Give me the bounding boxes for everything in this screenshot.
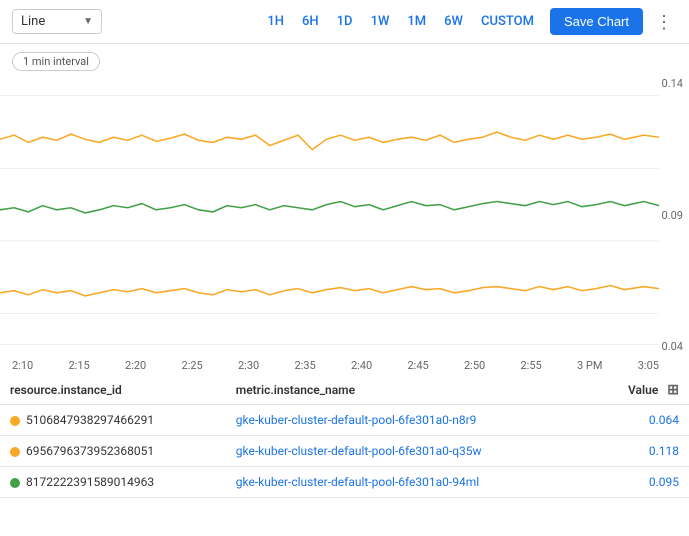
chart-area: 1 min interval 0.14 0.09 0.04 (0, 44, 689, 376)
series-dot (10, 416, 20, 426)
y-axis-label: 0.14 (662, 77, 683, 90)
y-axis-label: 0.04 (662, 340, 683, 353)
value-cell: 0.095 (591, 467, 689, 498)
toolbar: Line ▼ 1H 6H 1D 1W 1M 6W CUSTOM Save Chart ⋮ (0, 0, 689, 44)
table-row: 8172222391589014963 gke-kuber-cluster-def… (0, 467, 689, 498)
time-option-6h[interactable]: 6H (302, 14, 319, 29)
instance-id-value: 510684793829746629​1 (26, 413, 154, 427)
instance-id-cell: 8172222391589014963 (0, 467, 226, 498)
time-option-1d[interactable]: 1D (337, 14, 353, 29)
x-axis-label: 2:15 (69, 359, 90, 372)
col-header-metric-name: metric.instance_name (226, 376, 592, 405)
table-header-row: resource.instance_id metric.instance_nam… (0, 376, 689, 405)
series-dot (10, 478, 20, 488)
col-header-value: Value ⊞ (591, 376, 689, 405)
more-options-button[interactable]: ⋮ (651, 11, 677, 33)
metric-name-cell[interactable]: gke-kuber-cluster-default-pool-6fe301a0-… (226, 436, 592, 467)
chevron-down-icon: ▼ (83, 16, 93, 27)
data-table: resource.instance_id metric.instance_nam… (0, 376, 689, 498)
time-option-custom[interactable]: CUSTOM (481, 14, 534, 29)
chart-container: 0.14 0.09 0.04 (0, 75, 689, 355)
x-axis-label: 2:20 (125, 359, 146, 372)
table-row: 6956796373952368051 gke-kuber-cluster-def… (0, 436, 689, 467)
y-axis: 0.14 0.09 0.04 (662, 75, 683, 355)
save-chart-button[interactable]: Save Chart (550, 8, 643, 35)
time-option-1h[interactable]: 1H (267, 14, 284, 29)
x-axis-label: 2:45 (408, 359, 429, 372)
value-cell: 0.064 (591, 405, 689, 436)
interval-badge: 1 min interval (12, 52, 100, 71)
time-option-6w[interactable]: 6W (444, 14, 463, 29)
metric-name-cell[interactable]: gke-kuber-cluster-default-pool-6fe301a0-… (226, 467, 592, 498)
instance-id-value: 6956796373952368051 (26, 444, 154, 458)
x-axis-label: 2:25 (182, 359, 203, 372)
instance-id-value: 8172222391589014963 (26, 475, 154, 489)
column-settings-icon[interactable]: ⊞ (667, 382, 679, 398)
x-axis-label: 3 PM (577, 359, 602, 372)
table-row: 510684793829746629​1 gke-kuber-cluster-de… (0, 405, 689, 436)
col-header-instance-id: resource.instance_id (0, 376, 226, 405)
y-axis-label: 0.09 (662, 209, 683, 222)
chart-svg (0, 75, 659, 355)
data-table-wrapper: resource.instance_id metric.instance_nam… (0, 376, 689, 498)
metric-name-cell[interactable]: gke-kuber-cluster-default-pool-6fe301a0-… (226, 405, 592, 436)
x-axis-label: 2:10 (12, 359, 33, 372)
x-axis-label: 2:50 (464, 359, 485, 372)
value-cell: 0.118 (591, 436, 689, 467)
x-axis-label: 2:55 (521, 359, 542, 372)
chart-type-label: Line (21, 14, 45, 29)
x-axis-label: 3:05 (638, 359, 659, 372)
x-axis-label: 2:30 (238, 359, 259, 372)
chart-type-dropdown[interactable]: Line ▼ (12, 9, 102, 34)
instance-id-cell: 6956796373952368051 (0, 436, 226, 467)
x-axis: 2:10 2:15 2:20 2:25 2:30 2:35 2:40 2:45 2:50 2:55… (0, 355, 689, 376)
x-axis-label: 2:35 (295, 359, 316, 372)
instance-id-cell: 510684793829746629​1 (0, 405, 226, 436)
time-option-1w[interactable]: 1W (371, 14, 390, 29)
x-axis-label: 2:40 (351, 359, 372, 372)
time-option-1m[interactable]: 1M (407, 14, 426, 29)
series-dot (10, 447, 20, 457)
time-options: 1H 6H 1D 1W 1M 6W CUSTOM (267, 14, 534, 29)
